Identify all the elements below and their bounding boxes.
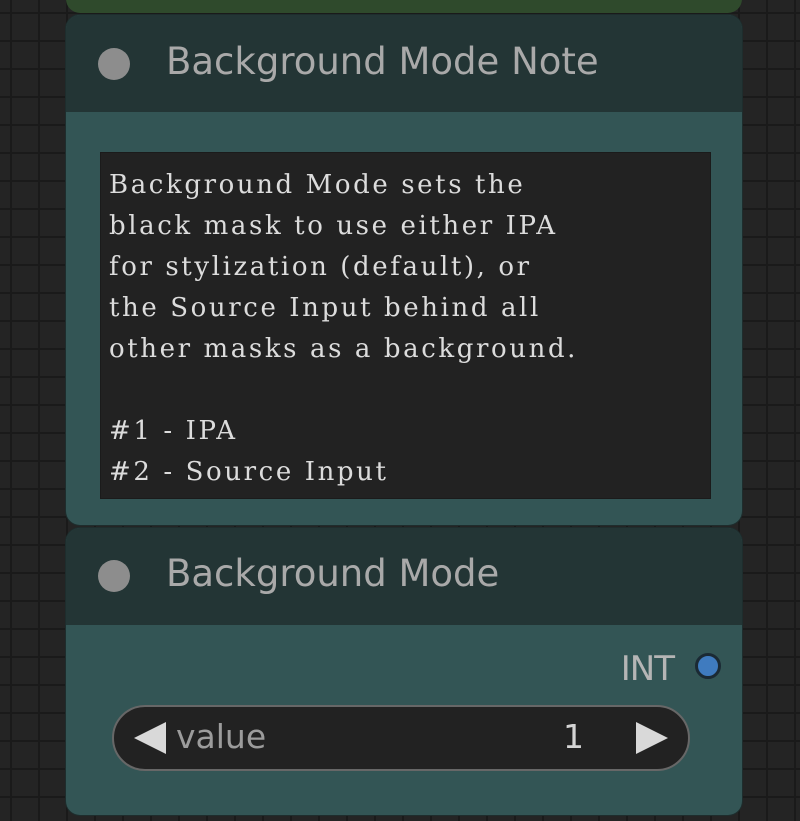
note-text-area[interactable]: Background Mode sets the black mask to u… xyxy=(100,152,711,499)
triangle-left-icon[interactable] xyxy=(134,722,166,754)
collapse-dot-icon[interactable] xyxy=(98,48,130,80)
note-node-title: Background Mode Note xyxy=(166,40,599,83)
output-slot-icon[interactable] xyxy=(695,653,721,679)
collapse-dot-icon[interactable] xyxy=(98,560,130,592)
background-mode-node[interactable]: Background Mode INT value 1 xyxy=(66,528,742,815)
widget-label: value xyxy=(176,717,267,756)
output-type-label: INT xyxy=(620,649,675,689)
partial-node-above[interactable] xyxy=(66,0,742,13)
mode-node-header[interactable]: Background Mode xyxy=(66,528,742,625)
node-canvas[interactable]: { "note_node": { "title": "Background Mo… xyxy=(0,0,800,821)
triangle-right-icon[interactable] xyxy=(636,722,668,754)
mode-node-title: Background Mode xyxy=(166,552,500,595)
background-mode-note-node[interactable]: Background Mode Note Background Mode set… xyxy=(66,15,742,525)
widget-value[interactable]: 1 xyxy=(563,717,584,756)
value-widget[interactable]: value 1 xyxy=(112,705,690,771)
note-node-header[interactable]: Background Mode Note xyxy=(66,15,742,112)
